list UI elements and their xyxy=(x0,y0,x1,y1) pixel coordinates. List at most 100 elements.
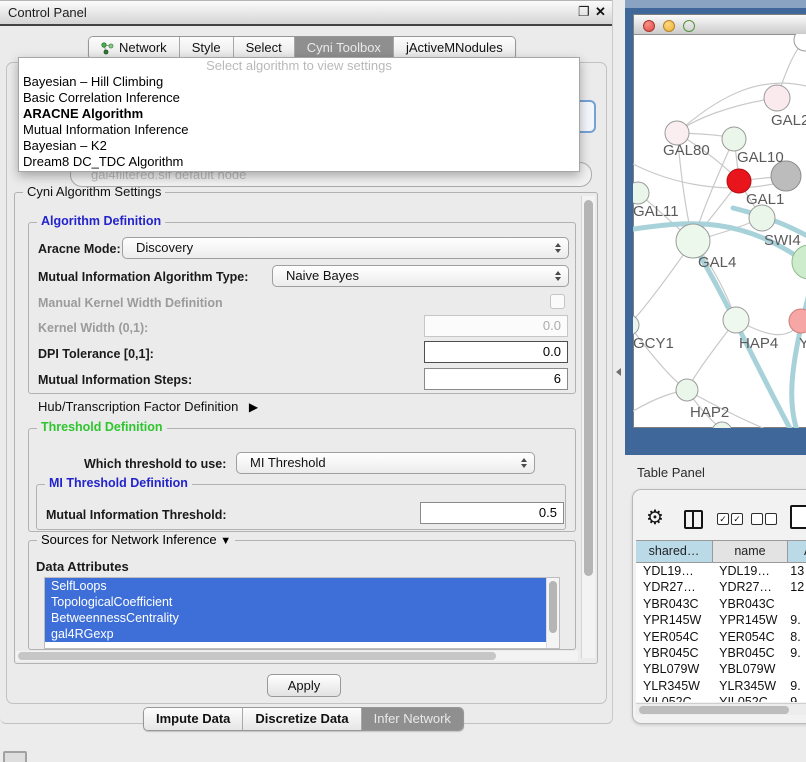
list-vertical-scrollbar[interactable] xyxy=(546,578,559,648)
settings-horizontal-scrollbar-thumb[interactable] xyxy=(18,652,496,660)
algorithm-option-selected[interactable]: ARACNE Algorithm xyxy=(19,106,579,122)
node-gcy1[interactable] xyxy=(633,315,639,335)
cell: YBL079W xyxy=(712,661,786,677)
control-panel-titlebar[interactable]: Control Panel ❐ ✕ xyxy=(0,0,612,26)
dpi-tolerance-label: DPI Tolerance [0,1]: xyxy=(38,347,154,361)
minimize-window-icon[interactable] xyxy=(663,20,675,32)
manual-kernel-checkbox[interactable] xyxy=(550,294,565,309)
algorithm-option[interactable]: Dream8 DC_TDC Algorithm xyxy=(19,154,579,170)
table-horizontal-scrollbar[interactable] xyxy=(636,703,806,715)
close-panel-icon[interactable]: ✕ xyxy=(595,4,606,20)
columns-icon[interactable] xyxy=(684,510,703,529)
node-gal10[interactable] xyxy=(722,127,746,151)
node-selected-red[interactable] xyxy=(727,169,751,193)
tab-select[interactable]: Select xyxy=(233,37,294,59)
settings-vertical-scrollbar[interactable] xyxy=(581,196,595,658)
cell: 9. xyxy=(786,645,806,661)
algorithm-option[interactable]: Mutual Information Inference xyxy=(19,122,579,138)
cyni-bottom-tabbar: Impute Data Discretize Data Infer Networ… xyxy=(143,707,464,731)
aracne-mode-combo[interactable]: Discovery xyxy=(122,237,569,259)
apply-button-label: Apply xyxy=(288,678,321,693)
unchecked-checkbox-icon[interactable] xyxy=(765,513,777,525)
mi-threshold-group-title: MI Threshold Definition xyxy=(45,476,192,490)
network-window-titlebar[interactable] xyxy=(634,15,806,35)
sources-group-title[interactable]: Sources for Network Inference ▼ xyxy=(37,532,235,547)
gear-icon[interactable]: ⚙ xyxy=(646,505,664,530)
hub-definition-toggle[interactable]: Hub/Transcription Factor Definition ▶ xyxy=(38,398,258,416)
which-threshold-combo[interactable]: MI Threshold xyxy=(236,452,535,474)
data-attributes-list[interactable]: SelfLoops TopologicalCoefficient Between… xyxy=(44,577,560,649)
list-item[interactable]: TopologicalCoefficient xyxy=(45,594,547,610)
node-hap2[interactable] xyxy=(676,379,698,401)
list-item[interactable]: BetweennessCentrality xyxy=(45,610,547,626)
panel-divider-handle[interactable] xyxy=(616,368,621,376)
network-canvas[interactable]: GAL2 GAL80 GAL10 GAL1 GAL11 SWI4 GAL4 GC… xyxy=(633,34,806,428)
dpi-tolerance-value: 0.0 xyxy=(543,344,561,359)
cell: YLR345W xyxy=(636,678,712,694)
tab-infer-network[interactable]: Infer Network xyxy=(361,708,463,730)
column-header-name[interactable]: name xyxy=(713,540,788,563)
minimized-panel-icon[interactable] xyxy=(3,751,27,762)
cell: YIL052C xyxy=(636,694,712,702)
node-salmon[interactable] xyxy=(789,309,806,333)
list-vertical-scrollbar-thumb[interactable] xyxy=(549,581,557,633)
dpi-tolerance-field[interactable]: 0.0 xyxy=(424,341,568,363)
table-row[interactable]: YBR045C YBR045C 9. xyxy=(636,645,806,661)
table-row[interactable]: YPR145W YPR145W 9. xyxy=(636,612,806,628)
settings-vertical-scrollbar-thumb[interactable] xyxy=(584,200,593,576)
table-row[interactable]: YDL19… YDL19… 13 xyxy=(636,563,806,579)
table-horizontal-scrollbar-thumb[interactable] xyxy=(639,706,789,714)
tab-style[interactable]: Style xyxy=(179,37,233,59)
node-label: HAP2 xyxy=(690,404,729,421)
mi-threshold-label: Mutual Information Threshold: xyxy=(46,508,227,522)
node-gal2[interactable] xyxy=(764,85,790,111)
checked-checkbox-icon[interactable]: ✓ xyxy=(731,513,743,525)
node-label: GAL4 xyxy=(698,254,736,271)
column-header-partial[interactable]: A xyxy=(788,540,806,563)
tab-cyni-toolbox[interactable]: Cyni Toolbox xyxy=(294,37,393,59)
mi-type-value: Naive Bayes xyxy=(286,268,359,283)
table-row[interactable]: YLR345W YLR345W 9. xyxy=(636,678,806,694)
table-row[interactable]: YIL052C YIL052C 9. xyxy=(636,694,806,702)
node-hap4[interactable] xyxy=(723,307,749,333)
apply-button[interactable]: Apply xyxy=(267,674,341,697)
node-swi4[interactable] xyxy=(792,245,806,279)
algorithm-option[interactable]: Bayesian – Hill Climbing xyxy=(19,74,579,90)
document-icon[interactable] xyxy=(790,505,806,529)
node-gal4[interactable] xyxy=(676,224,710,258)
tab-impute-data[interactable]: Impute Data xyxy=(144,708,242,730)
table-panel-title: Table Panel xyxy=(637,465,705,480)
table-row[interactable]: YBR043C YBR043C xyxy=(636,596,806,612)
mi-type-combo[interactable]: Naive Bayes xyxy=(272,265,569,287)
checked-checkbox-icon[interactable]: ✓ xyxy=(717,513,729,525)
unchecked-checkbox-icon[interactable] xyxy=(751,513,763,525)
float-panel-icon[interactable]: ❐ xyxy=(578,4,590,20)
mi-steps-field[interactable]: 6 xyxy=(424,368,568,390)
algorithm-option[interactable]: Basic Correlation Inference xyxy=(19,90,579,106)
table-body[interactable]: YDL19… YDL19… 13 YDR27… YDR27… 12 YBR043… xyxy=(636,563,806,702)
tab-network[interactable]: Network xyxy=(89,37,179,59)
node-partial-top[interactable] xyxy=(794,34,806,51)
cell: 9. xyxy=(786,694,806,702)
threshold-definition-title: Threshold Definition xyxy=(37,420,167,434)
close-window-icon[interactable] xyxy=(643,20,655,32)
cell: YBR043C xyxy=(712,596,786,612)
node-label: HAP4 xyxy=(739,335,778,352)
table-row[interactable]: YER054C YER054C 8. xyxy=(636,629,806,645)
list-item[interactable]: SelfLoops xyxy=(45,578,547,594)
tab-cyni-toolbox-label: Cyni Toolbox xyxy=(307,37,381,59)
cell xyxy=(786,661,806,677)
settings-horizontal-scrollbar[interactable] xyxy=(16,651,578,661)
tab-discretize-data[interactable]: Discretize Data xyxy=(242,708,360,730)
table-row[interactable]: YBL079W YBL079W xyxy=(636,661,806,677)
tab-jactivemnodules[interactable]: jActiveMNodules xyxy=(393,37,515,59)
mi-threshold-field[interactable]: 0.5 xyxy=(420,502,564,524)
zoom-window-icon[interactable] xyxy=(683,20,695,32)
check-glyph: ✓ xyxy=(733,514,741,524)
algorithm-option[interactable]: Bayesian – K2 xyxy=(19,138,579,154)
table-row[interactable]: YDR27… YDR27… 12 xyxy=(636,579,806,595)
column-header-shared-name[interactable]: shared… xyxy=(636,540,713,563)
cell: YBR045C xyxy=(636,645,712,661)
node-gal1[interactable] xyxy=(749,205,775,231)
list-item[interactable]: gal4RGexp xyxy=(45,626,547,642)
